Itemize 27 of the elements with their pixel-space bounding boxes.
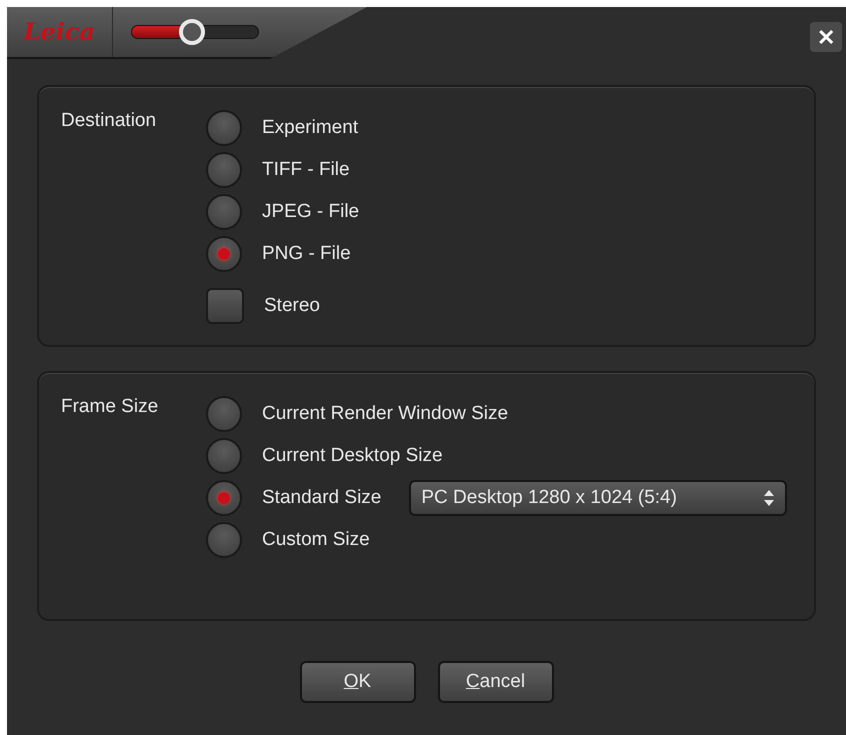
size-dropdown[interactable]: PC Desktop 1280 x 1024 (5:4) [409, 480, 788, 516]
dialog-button[interactable]: OK [300, 661, 416, 703]
radio-button[interactable] [206, 110, 242, 146]
option-label: Current Render Window Size [262, 402, 508, 426]
option-label: Standard Size [262, 486, 382, 510]
radio-button[interactable] [206, 236, 242, 272]
option-label: PNG - File [262, 242, 351, 266]
radio-button[interactable] [206, 194, 242, 230]
option-label: TIFF - File [262, 158, 350, 182]
radio-button[interactable] [206, 522, 242, 558]
option-label: JPEG - File [262, 200, 360, 224]
option-label: Experiment [262, 116, 358, 140]
radio-button[interactable] [206, 438, 242, 474]
group-title: Destination [61, 109, 158, 133]
radio-button[interactable] [206, 480, 242, 516]
close-button[interactable]: ✕ [810, 22, 842, 52]
slider-thumb[interactable] [179, 19, 206, 45]
option-label: Current Desktop Size [262, 444, 443, 468]
logo: Leica [7, 7, 113, 57]
group-title: Frame Size [61, 395, 160, 419]
radio-button[interactable] [206, 396, 242, 432]
option-label: Stereo [264, 294, 320, 318]
radio-button[interactable] [206, 152, 242, 188]
checkbox[interactable] [206, 288, 244, 324]
option-label: Custom Size [262, 528, 370, 552]
up-down-arrows-icon [763, 489, 776, 507]
dialog-button[interactable]: Cancel [438, 661, 554, 703]
